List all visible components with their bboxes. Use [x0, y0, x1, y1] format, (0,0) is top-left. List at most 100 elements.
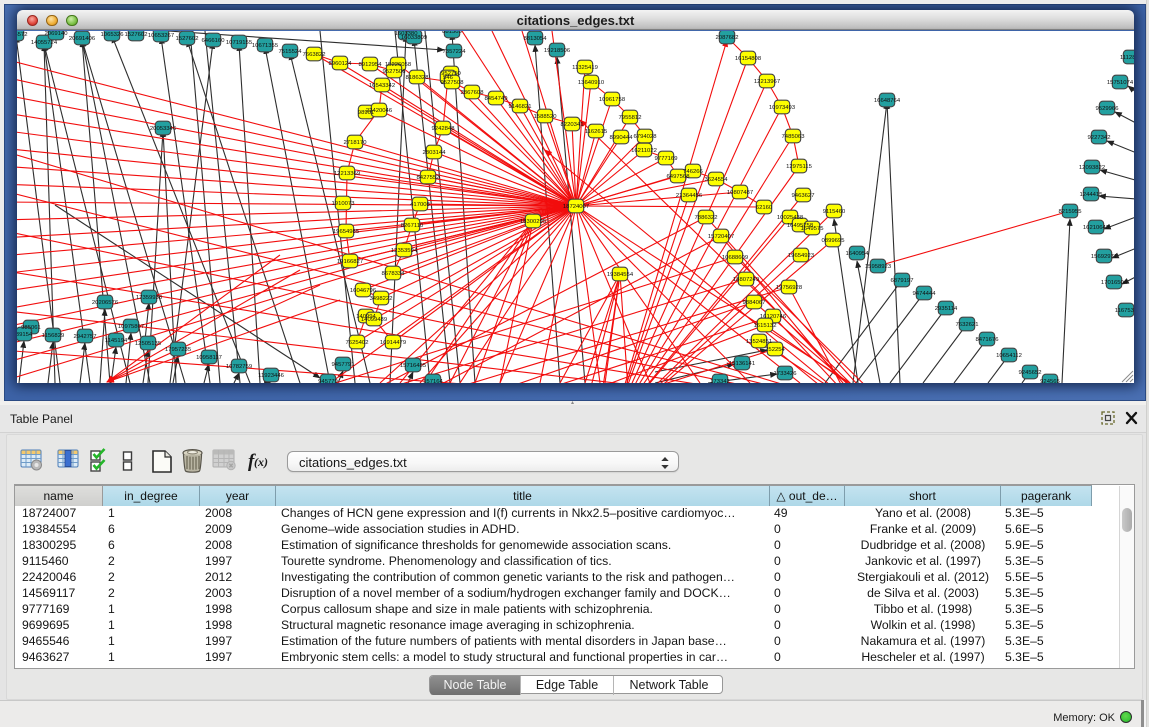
svg-text:1145194: 1145194: [105, 338, 128, 344]
svg-text:2718170: 2718170: [344, 140, 368, 146]
svg-text:19218506: 19218506: [544, 48, 571, 54]
svg-text:252254: 252254: [765, 347, 785, 353]
svg-text:417008: 417008: [410, 202, 430, 208]
svg-text:2087682: 2087682: [716, 35, 739, 41]
svg-text:7886322: 7886322: [695, 215, 718, 221]
svg-text:13524851: 13524851: [746, 339, 772, 345]
svg-text:6794028: 6794028: [634, 134, 658, 140]
svg-text:3624554: 3624554: [705, 177, 729, 183]
svg-text:7625402: 7625402: [346, 340, 369, 346]
svg-text:16914479: 16914479: [380, 340, 406, 346]
svg-text:924565: 924565: [1040, 379, 1060, 383]
svg-text:10973493: 10973493: [769, 105, 796, 111]
svg-text:20691406: 20691406: [69, 36, 96, 42]
svg-text:12093822: 12093822: [1079, 165, 1105, 171]
svg-text:20053346: 20053346: [150, 126, 177, 132]
svg-text:9146821: 9146821: [509, 104, 532, 110]
svg-text:16782759: 16782759: [226, 364, 252, 370]
svg-text:10807487: 10807487: [727, 190, 753, 196]
svg-text:9884067: 9884067: [743, 300, 766, 306]
svg-text:16211022: 16211022: [631, 148, 657, 154]
svg-text:9227342: 9227342: [1088, 135, 1111, 141]
svg-text:157164: 157164: [423, 379, 443, 383]
svg-text:1640954: 1640954: [846, 251, 870, 257]
svg-text:0899695: 0899695: [822, 238, 846, 244]
svg-text:10025438: 10025438: [777, 215, 804, 221]
svg-text:746266: 746266: [683, 169, 703, 175]
svg-text:10961758: 10961758: [599, 97, 626, 103]
svg-text:19654985: 19654985: [333, 229, 360, 235]
svg-text:10975867: 10975867: [118, 324, 144, 330]
svg-text:17359938: 17359938: [136, 295, 163, 301]
svg-text:1527602: 1527602: [176, 36, 199, 42]
svg-text:19384554: 19384554: [607, 272, 634, 278]
svg-text:1588520: 1588520: [534, 114, 558, 120]
svg-text:3498222: 3498222: [370, 296, 393, 302]
svg-text:13640910: 13640910: [578, 80, 605, 86]
svg-text:2935114: 2935114: [935, 306, 958, 312]
svg-text:39154: 39154: [17, 332, 33, 338]
svg-text:8678334: 8678334: [382, 271, 406, 277]
svg-text:6466160: 6466160: [202, 38, 226, 44]
svg-text:10671355: 10671355: [252, 43, 279, 49]
svg-text:15958923: 15958923: [865, 264, 892, 270]
svg-text:15692971: 15692971: [1091, 254, 1117, 260]
svg-text:7485063: 7485063: [782, 134, 806, 140]
svg-text:11325419: 11325419: [572, 65, 598, 71]
svg-text:1156829: 1156829: [42, 333, 65, 339]
svg-text:15226058: 15226058: [385, 62, 412, 68]
svg-text:8990444: 8990444: [610, 135, 634, 141]
svg-text:10688609: 10688609: [722, 255, 748, 261]
svg-text:8454749: 8454749: [485, 96, 508, 102]
svg-text:1244415: 1244415: [1080, 192, 1104, 198]
svg-text:8186328: 8186328: [406, 75, 430, 81]
svg-text:9529966: 9529966: [1096, 106, 1120, 112]
svg-text:7515524: 7515524: [279, 49, 303, 55]
svg-text:9474444: 9474444: [913, 291, 937, 297]
svg-text:12975115: 12975115: [786, 164, 812, 170]
svg-text:6879197: 6879197: [891, 278, 914, 284]
svg-text:1162615: 1162615: [585, 129, 608, 135]
svg-text:12353594: 12353594: [391, 248, 418, 254]
svg-text:15720407: 15720407: [708, 234, 734, 240]
svg-text:1733426: 1733426: [774, 371, 798, 377]
svg-text:10653267: 10653267: [148, 33, 174, 39]
svg-text:1910073: 1910073: [332, 201, 356, 207]
svg-text:17957235: 17957235: [165, 347, 192, 353]
svg-text:12213967: 12213967: [754, 79, 780, 85]
svg-text:8813054: 8813054: [524, 36, 548, 42]
svg-text:9777169: 9777169: [655, 156, 678, 162]
svg-text:15751074: 15751074: [1107, 80, 1134, 86]
svg-text:18807249: 18807249: [733, 277, 759, 283]
svg-text:1405572: 1405572: [17, 32, 27, 38]
svg-text:9463627: 9463627: [792, 193, 815, 199]
svg-text:945779: 945779: [318, 379, 338, 383]
svg-text:9457791: 9457791: [332, 362, 355, 368]
svg-text:9115460: 9115460: [823, 209, 846, 215]
svg-text:1112841: 1112841: [1120, 55, 1134, 61]
svg-text:8427552: 8427552: [417, 175, 440, 181]
svg-text:21364456: 21364456: [676, 193, 703, 199]
svg-text:8912954: 8912954: [359, 62, 383, 68]
svg-text:7663822: 7663822: [303, 52, 326, 58]
svg-text:1615132: 1615132: [754, 323, 777, 329]
svg-text:9242848: 9242848: [432, 126, 456, 132]
svg-text:10654112: 10654112: [996, 353, 1022, 359]
svg-text:9527508: 9527508: [441, 80, 465, 86]
svg-text:9527506: 9527506: [383, 69, 407, 75]
svg-text:16154808: 16154808: [735, 56, 762, 62]
svg-text:8471676: 8471676: [976, 337, 1000, 343]
svg-text:15716485: 15716485: [400, 363, 427, 369]
svg-text:16210643: 16210643: [1083, 225, 1110, 231]
svg-text:881305: 881305: [442, 31, 462, 35]
svg-text:12213369: 12213369: [334, 171, 360, 177]
svg-text:(x): (x): [254, 455, 268, 469]
svg-text:173342: 173342: [710, 379, 730, 383]
svg-text:16648764: 16648764: [874, 98, 901, 104]
svg-text:9245652: 9245652: [1019, 370, 1042, 376]
svg-text:12505135: 12505135: [135, 341, 162, 347]
svg-text:1167534: 1167534: [1115, 308, 1134, 314]
svg-text:2942757: 2942757: [74, 334, 97, 340]
svg-text:985061: 985061: [21, 325, 41, 331]
svg-text:7357224: 7357224: [443, 49, 467, 55]
